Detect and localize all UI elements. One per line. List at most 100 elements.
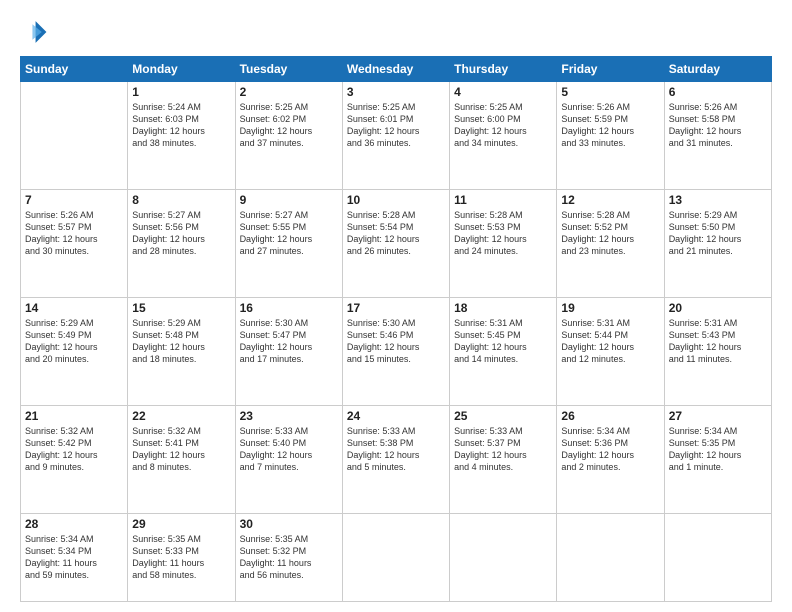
cell-info: Sunrise: 5:25 AMSunset: 6:00 PMDaylight:… xyxy=(454,101,552,150)
day-number: 28 xyxy=(25,517,123,531)
cell-info: Sunrise: 5:33 AMSunset: 5:40 PMDaylight:… xyxy=(240,425,338,474)
cell-info: Sunrise: 5:31 AMSunset: 5:43 PMDaylight:… xyxy=(669,317,767,366)
day-number: 18 xyxy=(454,301,552,315)
calendar-cell: 14 Sunrise: 5:29 AMSunset: 5:49 PMDayligh… xyxy=(21,297,128,405)
day-number: 1 xyxy=(132,85,230,99)
cell-info: Sunrise: 5:24 AMSunset: 6:03 PMDaylight:… xyxy=(132,101,230,150)
cell-info: Sunrise: 5:25 AMSunset: 6:02 PMDaylight:… xyxy=(240,101,338,150)
calendar-cell xyxy=(342,513,449,601)
day-number: 11 xyxy=(454,193,552,207)
calendar-cell: 20 Sunrise: 5:31 AMSunset: 5:43 PMDayligh… xyxy=(664,297,771,405)
calendar-cell: 2 Sunrise: 5:25 AMSunset: 6:02 PMDaylight… xyxy=(235,82,342,190)
cell-info: Sunrise: 5:34 AMSunset: 5:34 PMDaylight:… xyxy=(25,533,123,582)
day-number: 22 xyxy=(132,409,230,423)
cell-info: Sunrise: 5:32 AMSunset: 5:42 PMDaylight:… xyxy=(25,425,123,474)
weekday-header-friday: Friday xyxy=(557,57,664,82)
day-number: 26 xyxy=(561,409,659,423)
calendar-cell: 25 Sunrise: 5:33 AMSunset: 5:37 PMDayligh… xyxy=(450,405,557,513)
calendar-cell: 18 Sunrise: 5:31 AMSunset: 5:45 PMDayligh… xyxy=(450,297,557,405)
calendar-cell: 17 Sunrise: 5:30 AMSunset: 5:46 PMDayligh… xyxy=(342,297,449,405)
calendar-cell xyxy=(664,513,771,601)
calendar-cell: 30 Sunrise: 5:35 AMSunset: 5:32 PMDayligh… xyxy=(235,513,342,601)
calendar-page: SundayMondayTuesdayWednesdayThursdayFrid… xyxy=(0,0,792,612)
calendar-cell: 1 Sunrise: 5:24 AMSunset: 6:03 PMDaylight… xyxy=(128,82,235,190)
calendar-header-row: SundayMondayTuesdayWednesdayThursdayFrid… xyxy=(21,57,772,82)
day-number: 5 xyxy=(561,85,659,99)
calendar-cell: 22 Sunrise: 5:32 AMSunset: 5:41 PMDayligh… xyxy=(128,405,235,513)
weekday-header-saturday: Saturday xyxy=(664,57,771,82)
calendar-cell: 3 Sunrise: 5:25 AMSunset: 6:01 PMDaylight… xyxy=(342,82,449,190)
header xyxy=(20,18,772,46)
cell-info: Sunrise: 5:28 AMSunset: 5:53 PMDaylight:… xyxy=(454,209,552,258)
cell-info: Sunrise: 5:33 AMSunset: 5:37 PMDaylight:… xyxy=(454,425,552,474)
day-number: 30 xyxy=(240,517,338,531)
calendar-cell: 8 Sunrise: 5:27 AMSunset: 5:56 PMDaylight… xyxy=(128,189,235,297)
cell-info: Sunrise: 5:35 AMSunset: 5:32 PMDaylight:… xyxy=(240,533,338,582)
cell-info: Sunrise: 5:29 AMSunset: 5:48 PMDaylight:… xyxy=(132,317,230,366)
cell-info: Sunrise: 5:35 AMSunset: 5:33 PMDaylight:… xyxy=(132,533,230,582)
day-number: 25 xyxy=(454,409,552,423)
cell-info: Sunrise: 5:31 AMSunset: 5:45 PMDaylight:… xyxy=(454,317,552,366)
calendar-cell: 19 Sunrise: 5:31 AMSunset: 5:44 PMDayligh… xyxy=(557,297,664,405)
day-number: 21 xyxy=(25,409,123,423)
calendar-cell: 16Sunrise: 5:30 AMSunset: 5:47 PMDayligh… xyxy=(235,297,342,405)
calendar-cell: 7 Sunrise: 5:26 AMSunset: 5:57 PMDaylight… xyxy=(21,189,128,297)
weekday-header-sunday: Sunday xyxy=(21,57,128,82)
calendar-cell: 9Sunrise: 5:27 AMSunset: 5:55 PMDaylight… xyxy=(235,189,342,297)
logo-icon xyxy=(20,18,48,46)
calendar-cell xyxy=(557,513,664,601)
calendar-cell: 11 Sunrise: 5:28 AMSunset: 5:53 PMDayligh… xyxy=(450,189,557,297)
calendar-cell: 24Sunrise: 5:33 AMSunset: 5:38 PMDayligh… xyxy=(342,405,449,513)
day-number: 19 xyxy=(561,301,659,315)
cell-info: Sunrise: 5:28 AMSunset: 5:54 PMDaylight:… xyxy=(347,209,445,258)
cell-info: Sunrise: 5:34 AMSunset: 5:36 PMDaylight:… xyxy=(561,425,659,474)
calendar-cell: 10Sunrise: 5:28 AMSunset: 5:54 PMDayligh… xyxy=(342,189,449,297)
day-number: 27 xyxy=(669,409,767,423)
weekday-header-wednesday: Wednesday xyxy=(342,57,449,82)
day-number: 2 xyxy=(240,85,338,99)
cell-info: Sunrise: 5:29 AMSunset: 5:49 PMDaylight:… xyxy=(25,317,123,366)
calendar-week-1: 1 Sunrise: 5:24 AMSunset: 6:03 PMDaylight… xyxy=(21,82,772,190)
calendar-table: SundayMondayTuesdayWednesdayThursdayFrid… xyxy=(20,56,772,602)
calendar-cell: 27 Sunrise: 5:34 AMSunset: 5:35 PMDayligh… xyxy=(664,405,771,513)
weekday-header-thursday: Thursday xyxy=(450,57,557,82)
weekday-header-monday: Monday xyxy=(128,57,235,82)
day-number: 15 xyxy=(132,301,230,315)
calendar-cell: 23Sunrise: 5:33 AMSunset: 5:40 PMDayligh… xyxy=(235,405,342,513)
calendar-week-2: 7 Sunrise: 5:26 AMSunset: 5:57 PMDaylight… xyxy=(21,189,772,297)
day-number: 20 xyxy=(669,301,767,315)
cell-info: Sunrise: 5:26 AMSunset: 5:57 PMDaylight:… xyxy=(25,209,123,258)
cell-info: Sunrise: 5:30 AMSunset: 5:46 PMDaylight:… xyxy=(347,317,445,366)
day-number: 29 xyxy=(132,517,230,531)
day-number: 6 xyxy=(669,85,767,99)
day-number: 8 xyxy=(132,193,230,207)
calendar-week-5: 28 Sunrise: 5:34 AMSunset: 5:34 PMDayligh… xyxy=(21,513,772,601)
calendar-cell: 13 Sunrise: 5:29 AMSunset: 5:50 PMDayligh… xyxy=(664,189,771,297)
calendar-cell: 12 Sunrise: 5:28 AMSunset: 5:52 PMDayligh… xyxy=(557,189,664,297)
day-number: 14 xyxy=(25,301,123,315)
cell-info: Sunrise: 5:31 AMSunset: 5:44 PMDaylight:… xyxy=(561,317,659,366)
calendar-cell: 29 Sunrise: 5:35 AMSunset: 5:33 PMDayligh… xyxy=(128,513,235,601)
calendar-cell: 28 Sunrise: 5:34 AMSunset: 5:34 PMDayligh… xyxy=(21,513,128,601)
calendar-week-4: 21 Sunrise: 5:32 AMSunset: 5:42 PMDayligh… xyxy=(21,405,772,513)
cell-info: Sunrise: 5:28 AMSunset: 5:52 PMDaylight:… xyxy=(561,209,659,258)
cell-info: Sunrise: 5:34 AMSunset: 5:35 PMDaylight:… xyxy=(669,425,767,474)
day-number: 3 xyxy=(347,85,445,99)
calendar-cell xyxy=(21,82,128,190)
day-number: 17 xyxy=(347,301,445,315)
cell-info: Sunrise: 5:27 AMSunset: 5:56 PMDaylight:… xyxy=(132,209,230,258)
day-number: 13 xyxy=(669,193,767,207)
calendar-cell: 15 Sunrise: 5:29 AMSunset: 5:48 PMDayligh… xyxy=(128,297,235,405)
day-number: 16 xyxy=(240,301,338,315)
calendar-cell: 21 Sunrise: 5:32 AMSunset: 5:42 PMDayligh… xyxy=(21,405,128,513)
cell-info: Sunrise: 5:27 AMSunset: 5:55 PMDaylight:… xyxy=(240,209,338,258)
day-number: 7 xyxy=(25,193,123,207)
cell-info: Sunrise: 5:25 AMSunset: 6:01 PMDaylight:… xyxy=(347,101,445,150)
cell-info: Sunrise: 5:29 AMSunset: 5:50 PMDaylight:… xyxy=(669,209,767,258)
calendar-cell: 26 Sunrise: 5:34 AMSunset: 5:36 PMDayligh… xyxy=(557,405,664,513)
logo xyxy=(20,18,52,46)
calendar-cell xyxy=(450,513,557,601)
day-number: 12 xyxy=(561,193,659,207)
cell-info: Sunrise: 5:26 AMSunset: 5:58 PMDaylight:… xyxy=(669,101,767,150)
cell-info: Sunrise: 5:32 AMSunset: 5:41 PMDaylight:… xyxy=(132,425,230,474)
